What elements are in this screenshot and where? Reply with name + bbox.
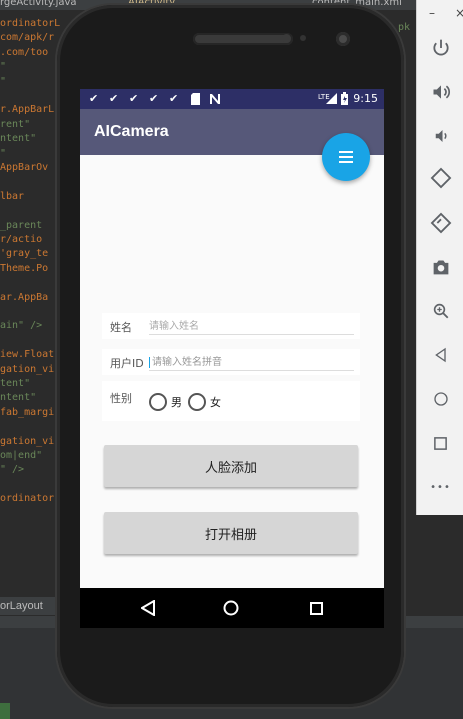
nav-back-button[interactable] — [137, 597, 159, 619]
user-id-input[interactable]: 请输入姓名拼音 — [149, 355, 354, 371]
code-editor[interactable]: ordinatorLa com/apk/r .com/too " " r.AppBarL r… — [0, 10, 60, 600]
minimize-button[interactable]: – — [429, 6, 435, 20]
gender-label: 性别 — [110, 392, 132, 405]
overview-icon — [309, 601, 323, 615]
male-radio[interactable] — [149, 393, 167, 411]
rotate-right-icon — [430, 212, 451, 234]
power-icon — [432, 39, 449, 56]
rotate-right-button[interactable] — [417, 205, 463, 241]
home-button[interactable] — [417, 381, 463, 417]
name-label: 姓名 — [110, 321, 132, 334]
code-line: AppBarOv — [0, 162, 49, 173]
nav-overview-button[interactable] — [305, 597, 327, 619]
code-line: r.AppBarL — [0, 104, 55, 116]
code-line: lbar — [0, 190, 25, 202]
ide-tab[interactable]: rgeActivity.java — [0, 0, 77, 8]
code-line: om|end" — [0, 450, 43, 461]
code-line: 'gray_te — [0, 248, 49, 260]
rotate-left-icon — [430, 167, 451, 189]
user-id-placeholder: 请输入姓名拼音 — [152, 357, 222, 368]
name-row: 姓名 请输入姓名 — [102, 313, 360, 339]
back-icon — [141, 600, 155, 616]
code-line: fab_margi — [0, 406, 55, 418]
check-icon: ✔ — [149, 92, 159, 105]
power-button[interactable] — [417, 30, 463, 66]
check-icon: ✔ — [129, 92, 139, 105]
female-label: 女 — [210, 396, 221, 409]
light-sensor — [300, 35, 306, 41]
name-input[interactable]: 请输入姓名 — [149, 319, 354, 335]
code-line: " /> — [0, 464, 25, 476]
code-line: rent" — [0, 118, 31, 130]
device-screen: ✔ ✔ ✔ ✔ ✔ LTE 9:15 AICamera 姓名 请输入姓名 用户I… — [80, 89, 384, 628]
code-line: ar.AppBa — [0, 291, 49, 303]
zoom-icon — [433, 303, 448, 319]
home-icon — [433, 392, 448, 406]
menu-icon — [339, 151, 353, 163]
female-radio[interactable] — [188, 393, 206, 411]
screenshot-button[interactable] — [417, 249, 463, 285]
gender-row: 性别 男 女 — [102, 381, 360, 421]
back-icon — [434, 347, 446, 363]
code-line: ordinatorLa — [0, 18, 60, 29]
back-button[interactable] — [417, 337, 463, 373]
code-line: tent" — [0, 378, 31, 389]
more-button[interactable]: ••• — [417, 469, 463, 505]
navigation-bar — [80, 588, 384, 628]
code-line: Theme.Po — [0, 262, 49, 274]
zoom-button[interactable] — [417, 293, 463, 329]
code-line: " — [0, 75, 7, 87]
code-line: .com/too — [0, 46, 49, 58]
menu-fab[interactable] — [322, 133, 370, 181]
volume-up-icon — [433, 85, 450, 99]
n-icon — [210, 94, 220, 104]
code-line: ain" /> — [0, 320, 43, 332]
app-title: AICamera — [94, 123, 169, 140]
code-line: " — [0, 61, 7, 73]
check-icon: ✔ — [109, 92, 119, 105]
code-line: iew.Float — [0, 349, 55, 361]
nav-home-button[interactable] — [220, 597, 242, 619]
open-album-button[interactable]: 打开相册 — [104, 512, 358, 554]
volume-down-icon — [435, 130, 447, 142]
check-icon: ✔ — [169, 92, 179, 105]
overview-icon — [434, 436, 447, 450]
sdcard-icon — [191, 93, 200, 105]
code-line: ntent" — [0, 392, 37, 404]
code-line: " — [0, 147, 7, 159]
code-line: _parent — [0, 219, 43, 231]
home-icon — [223, 600, 239, 616]
emulator-toolbar: – × ••• — [416, 0, 463, 515]
code-line: gation_vi — [0, 363, 55, 375]
code-line: ordinator — [0, 493, 55, 505]
code-line: com/apk/r — [0, 32, 55, 44]
battery-icon — [341, 92, 348, 105]
volume-up-button[interactable] — [417, 74, 463, 110]
clock: 9:15 — [353, 92, 378, 105]
code-line: ntent" — [0, 133, 37, 145]
male-label: 男 — [171, 396, 182, 409]
code-line: gation_vi — [0, 435, 55, 447]
rotate-left-button[interactable] — [417, 160, 463, 196]
speaker-grille — [193, 33, 293, 45]
user-id-label: 用户ID — [110, 357, 144, 370]
check-icon: ✔ — [89, 92, 99, 105]
front-camera — [336, 32, 350, 46]
status-bar: ✔ ✔ ✔ ✔ ✔ LTE 9:15 — [80, 89, 384, 109]
overview-button[interactable] — [417, 425, 463, 461]
text-cursor — [149, 356, 150, 368]
proximity-sensor — [282, 34, 291, 43]
camera-icon — [433, 260, 448, 275]
user-id-row: 用户ID 请输入姓名拼音 — [102, 349, 360, 375]
code-line: r/actio — [0, 234, 43, 245]
volume-down-button[interactable] — [417, 118, 463, 154]
signal-icon — [326, 93, 337, 104]
ide-structure-label: orLayout — [0, 597, 60, 615]
add-face-button[interactable]: 人脸添加 — [104, 445, 358, 487]
ide-indicator — [0, 703, 10, 719]
close-button[interactable]: × — [455, 6, 463, 20]
